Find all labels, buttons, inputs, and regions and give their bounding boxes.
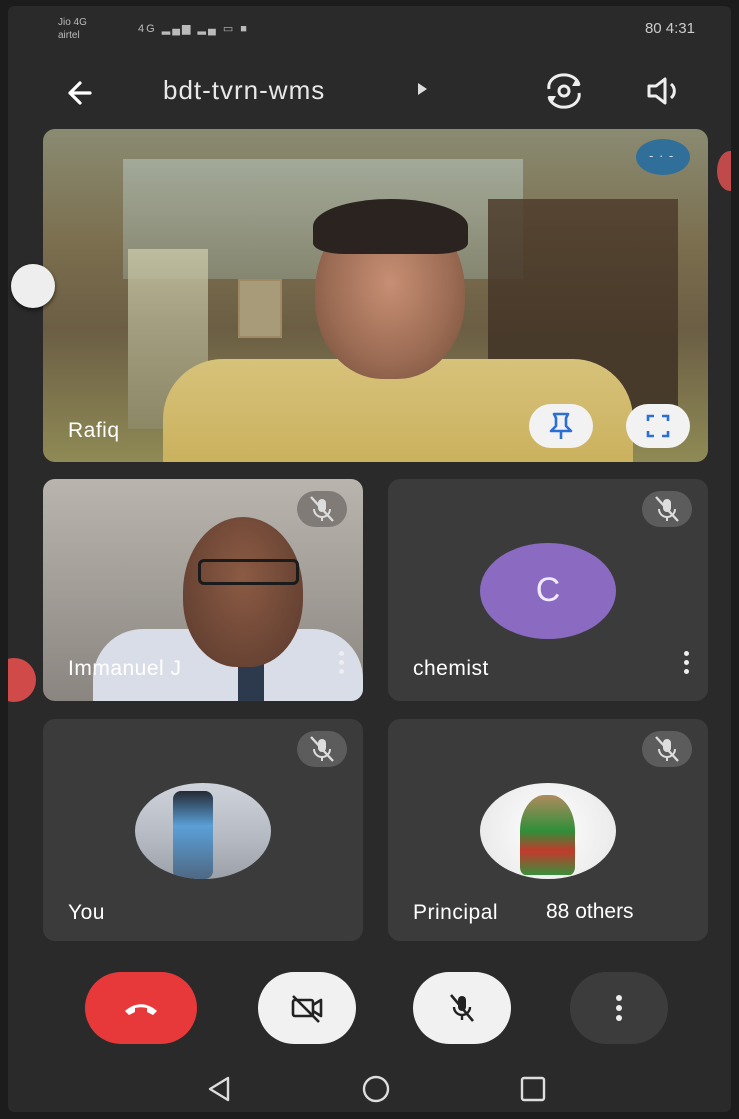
clock: 4:31: [665, 20, 695, 37]
participant-name: chemist: [413, 657, 489, 680]
mic-off-icon: [297, 491, 347, 527]
phone-screen: Jio 4G airtel 4G ▂▄▆ ▂▄ ▭ ■ 80 4:31 bdt-…: [8, 6, 731, 1112]
participant-face: [183, 517, 303, 667]
battery-level: 80: [644, 20, 662, 37]
others-count-badge[interactable]: 88 others: [528, 895, 652, 931]
meeting-header: bdt-tvrn-wms: [8, 61, 731, 121]
status-bar: Jio 4G airtel 4G ▂▄▆ ▂▄ ▭ ■ 80 4:31: [8, 6, 731, 54]
glasses: [198, 559, 299, 585]
speaker-icon[interactable]: [641, 73, 685, 109]
participant-tile[interactable]: Immanuel J: [43, 479, 363, 701]
meeting-code[interactable]: bdt-tvrn-wms: [163, 75, 325, 106]
floating-dot[interactable]: [11, 264, 55, 308]
avatar-letter: C: [535, 571, 561, 609]
mic-off-icon: [642, 731, 692, 767]
participant-name: Principal: [413, 901, 499, 924]
mic-off-icon: [297, 731, 347, 767]
participant-name: Rafiq: [68, 419, 120, 442]
more-options-button[interactable]: [570, 972, 668, 1044]
carrier-labels: Jio 4G airtel: [58, 16, 87, 42]
wall-frame: [238, 279, 282, 338]
nav-home-icon[interactable]: [360, 1074, 392, 1104]
avatar: [480, 783, 616, 879]
edge-indicator: [8, 658, 36, 702]
carrier-2: airtel: [58, 30, 80, 41]
participant-tile[interactable]: C chemist: [388, 479, 708, 701]
system-nav-bar: [8, 1066, 731, 1112]
edge-indicator: [717, 151, 731, 191]
signal-icon: 4G ▂▄▆ ▂▄ ▭ ■: [138, 23, 249, 35]
main-video-tile[interactable]: Rafiq: [43, 129, 708, 462]
participant-name: You: [68, 901, 105, 924]
camera-off-button[interactable]: [258, 972, 356, 1044]
hang-up-button[interactable]: [85, 972, 197, 1044]
more-options-icon[interactable]: [339, 651, 345, 675]
avatar: C: [480, 543, 616, 639]
avatar: [135, 783, 271, 879]
back-arrow-icon[interactable]: [60, 73, 100, 113]
audio-indicator-icon: [636, 139, 690, 175]
participant-name: Immanuel J: [68, 657, 182, 680]
nav-back-icon[interactable]: [204, 1074, 234, 1104]
mic-off-icon: [642, 491, 692, 527]
switch-camera-icon[interactable]: [541, 73, 587, 109]
nav-recents-icon[interactable]: [518, 1074, 548, 1104]
status-right: 80 4:31: [645, 20, 695, 37]
fullscreen-button[interactable]: [626, 404, 690, 448]
carrier-1: Jio 4G: [58, 17, 87, 28]
more-options-icon[interactable]: [684, 651, 690, 675]
participant-hair: [313, 199, 468, 254]
expand-arrow-icon[interactable]: [418, 83, 427, 95]
participant-tile[interactable]: Principal 88 others: [388, 719, 708, 941]
self-tile[interactable]: You: [43, 719, 363, 941]
mic-off-button[interactable]: [413, 972, 511, 1044]
pin-button[interactable]: [529, 404, 593, 448]
